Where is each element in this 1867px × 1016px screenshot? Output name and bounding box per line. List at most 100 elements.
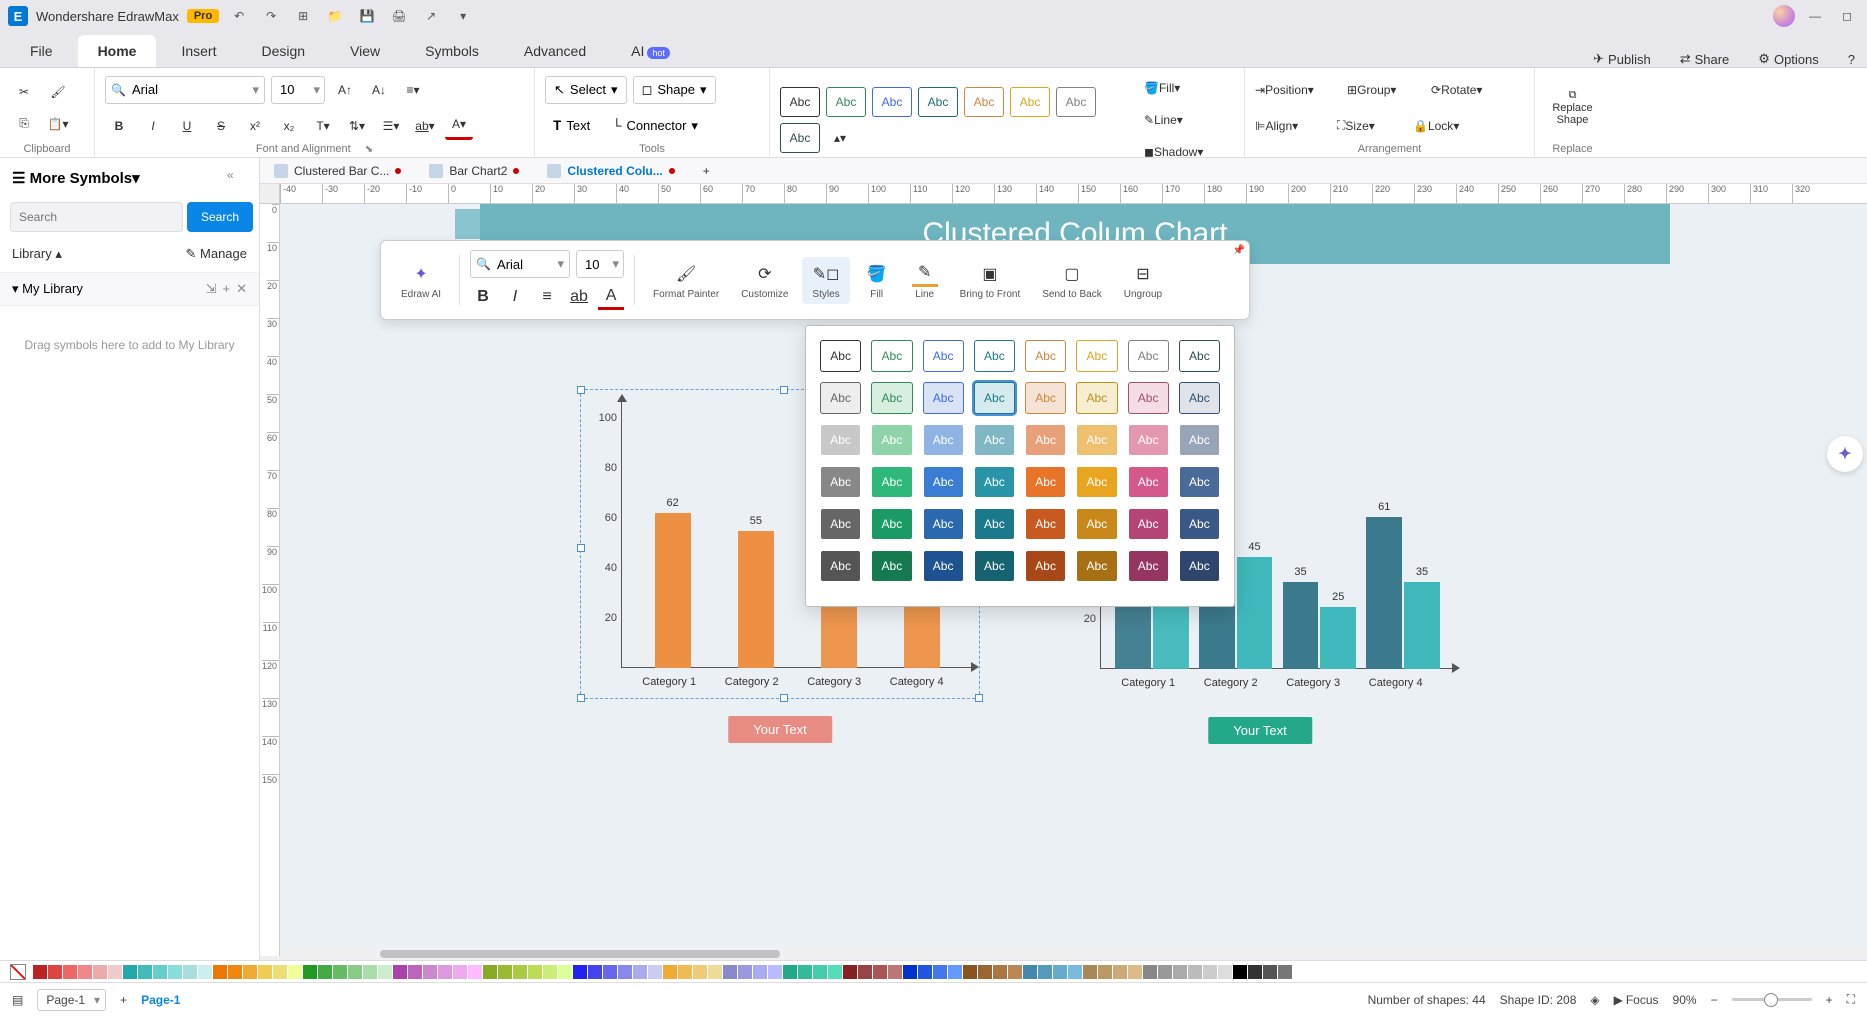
- style-preset[interactable]: Abc: [1128, 508, 1169, 540]
- color-swatch[interactable]: [1143, 965, 1157, 979]
- focus-button[interactable]: ▶ Focus: [1614, 993, 1659, 1007]
- color-swatch[interactable]: [933, 965, 947, 979]
- mini-font-select[interactable]: Arial: [470, 250, 570, 278]
- style-preset[interactable]: Abc: [871, 340, 912, 372]
- font-dialog-launcher[interactable]: ⬊: [365, 144, 373, 155]
- style-preset[interactable]: Abc: [1179, 550, 1220, 582]
- color-swatch[interactable]: [48, 965, 62, 979]
- color-swatch[interactable]: [78, 965, 92, 979]
- mini-customize[interactable]: ⟳: [752, 261, 778, 287]
- color-swatch[interactable]: [1113, 965, 1127, 979]
- style-preset[interactable]: Abc: [923, 382, 964, 414]
- cut-button[interactable]: ✂: [10, 78, 38, 106]
- horizontal-scrollbar[interactable]: [280, 948, 1867, 960]
- doc-tab-1[interactable]: Clustered Bar C...: [260, 158, 415, 183]
- style-preset[interactable]: Abc: [1179, 466, 1220, 498]
- style-swatch[interactable]: Abc: [1010, 87, 1050, 117]
- color-swatch[interactable]: [993, 965, 1007, 979]
- mini-fontcolor[interactable]: A: [598, 284, 624, 310]
- color-swatch[interactable]: [678, 965, 692, 979]
- color-swatch[interactable]: [918, 965, 932, 979]
- color-swatch[interactable]: [813, 965, 827, 979]
- style-preset[interactable]: Abc: [974, 340, 1015, 372]
- color-swatch[interactable]: [333, 965, 347, 979]
- font-size-select[interactable]: 10: [271, 76, 325, 104]
- style-preset[interactable]: Abc: [974, 466, 1015, 498]
- style-preset[interactable]: Abc: [871, 466, 912, 498]
- mini-size-select[interactable]: 10: [576, 250, 624, 278]
- style-preset[interactable]: Abc: [1179, 340, 1220, 372]
- font-family-select[interactable]: Arial: [105, 76, 265, 104]
- save-button[interactable]: 💾: [355, 4, 379, 28]
- paste-button[interactable]: 📋▾: [44, 110, 72, 138]
- shape-tool[interactable]: ◻ Shape ▾: [633, 76, 716, 104]
- maximize-icon[interactable]: ◻: [1835, 4, 1859, 28]
- my-library-toggle[interactable]: ▾ My Library: [12, 281, 83, 297]
- color-swatch[interactable]: [1173, 965, 1187, 979]
- chart-bar[interactable]: 45: [1237, 557, 1273, 670]
- zoom-in-button[interactable]: +: [1826, 993, 1833, 1007]
- open-button[interactable]: 📁: [323, 4, 347, 28]
- doc-tab-3[interactable]: Clustered Colu...: [533, 158, 688, 183]
- more-symbols-heading[interactable]: ☰ More Symbols▾: [12, 169, 140, 187]
- style-swatch[interactable]: Abc: [780, 123, 820, 153]
- color-swatch[interactable]: [123, 965, 137, 979]
- style-preset[interactable]: Abc: [820, 340, 861, 372]
- zoom-slider[interactable]: [1732, 998, 1812, 1001]
- style-swatch[interactable]: Abc: [918, 87, 958, 117]
- color-swatch[interactable]: [1038, 965, 1052, 979]
- export-button[interactable]: ↗: [419, 4, 443, 28]
- italic-button[interactable]: I: [139, 112, 167, 140]
- zoom-out-button[interactable]: −: [1711, 993, 1718, 1007]
- group-menu[interactable]: ⊞ Group▾: [1347, 76, 1425, 104]
- chart-bar[interactable]: 35: [1404, 582, 1440, 670]
- close-lib-icon[interactable]: ✕: [236, 281, 247, 297]
- chart-bar[interactable]: 62: [655, 513, 691, 668]
- color-swatch[interactable]: [1293, 965, 1307, 979]
- style-preset[interactable]: Abc: [820, 508, 861, 540]
- print-button[interactable]: 🖨: [387, 4, 411, 28]
- color-swatch[interactable]: [603, 965, 617, 979]
- color-swatch[interactable]: [153, 965, 167, 979]
- style-preset[interactable]: Abc: [923, 466, 964, 498]
- more-qat-button[interactable]: ▾: [451, 4, 475, 28]
- color-swatch[interactable]: [1278, 965, 1292, 979]
- user-avatar[interactable]: [1773, 5, 1795, 27]
- library-dropdown[interactable]: Library ▴: [12, 246, 62, 262]
- rotate-menu[interactable]: ⟳ Rotate▾: [1431, 76, 1513, 104]
- text-tool[interactable]: 𝐓 Text: [545, 112, 598, 140]
- style-preset[interactable]: Abc: [871, 508, 912, 540]
- symbol-search-button[interactable]: Search: [187, 202, 253, 232]
- ai-floating-button[interactable]: ✦: [1827, 436, 1863, 472]
- style-preset[interactable]: Abc: [923, 340, 964, 372]
- color-swatch[interactable]: [768, 965, 782, 979]
- tab-home[interactable]: Home: [78, 35, 157, 67]
- style-preset[interactable]: Abc: [1128, 424, 1169, 456]
- lock-menu[interactable]: 🔒 Lock▾: [1413, 112, 1485, 140]
- style-preset[interactable]: Abc: [974, 508, 1015, 540]
- style-swatch[interactable]: Abc: [872, 87, 912, 117]
- chart-bar[interactable]: 25: [1320, 607, 1356, 670]
- color-swatch[interactable]: [1203, 965, 1217, 979]
- help-icon[interactable]: ?: [1836, 52, 1867, 67]
- edraw-ai-icon[interactable]: ✦: [408, 261, 434, 287]
- align-menu[interactable]: ≡▾: [399, 76, 427, 104]
- style-preset[interactable]: Abc: [1128, 466, 1169, 498]
- style-preset[interactable]: Abc: [871, 382, 912, 414]
- color-swatch[interactable]: [573, 965, 587, 979]
- color-swatch[interactable]: [468, 965, 482, 979]
- style-preset[interactable]: Abc: [923, 550, 964, 582]
- color-swatch[interactable]: [618, 965, 632, 979]
- size-menu[interactable]: ⛶ Size▾: [1337, 112, 1407, 140]
- fill-menu[interactable]: 🪣 Fill▾: [1144, 74, 1224, 102]
- style-preset[interactable]: Abc: [1025, 466, 1066, 498]
- add-page-button[interactable]: +: [120, 993, 127, 1007]
- active-page-label[interactable]: Page-1: [141, 993, 180, 1007]
- list-button[interactable]: ☰▾: [377, 112, 405, 140]
- tab-view[interactable]: View: [330, 35, 400, 67]
- color-swatch[interactable]: [423, 965, 437, 979]
- superscript-button[interactable]: x²: [241, 112, 269, 140]
- line-menu[interactable]: ✎ Line▾: [1144, 106, 1224, 134]
- new-button[interactable]: ⊞: [291, 4, 315, 28]
- style-preset[interactable]: Abc: [1076, 382, 1117, 414]
